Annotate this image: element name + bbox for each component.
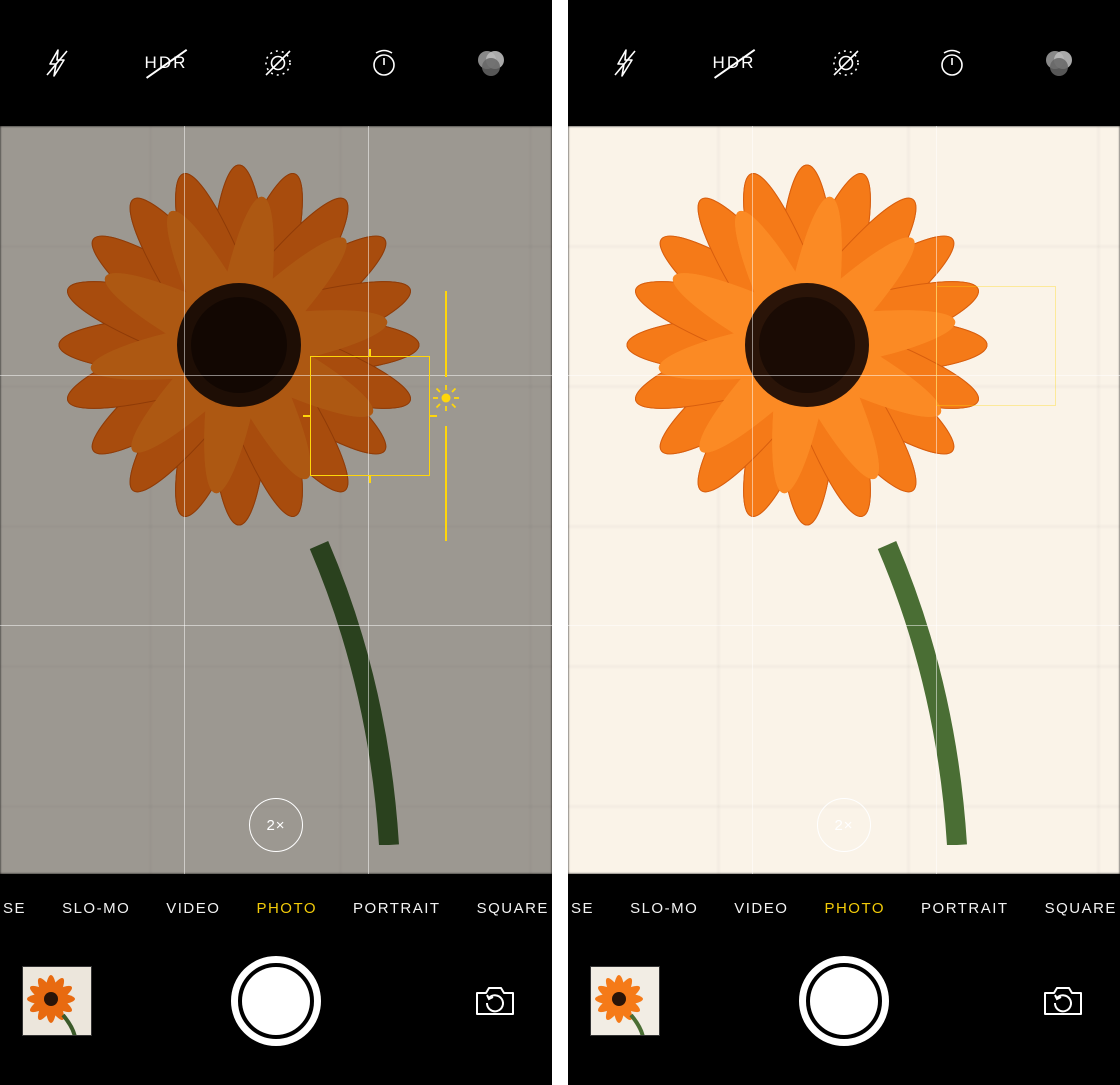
viewfinder[interactable]: 2× <box>0 126 552 874</box>
mode-item[interactable]: SE <box>571 900 594 917</box>
mode-item-selected[interactable]: PHOTO <box>256 900 317 917</box>
mode-item[interactable]: SQUARE <box>477 900 549 917</box>
mode-selector[interactable]: SE SLO-MO VIDEO PHOTO PORTRAIT SQUARE <box>568 874 1120 934</box>
filters-icon[interactable] <box>1042 48 1076 78</box>
mode-item[interactable]: SLO-MO <box>630 900 698 917</box>
mode-item-selected[interactable]: PHOTO <box>824 900 885 917</box>
mode-selector[interactable]: SE SLO-MO VIDEO PHOTO PORTRAIT SQUARE <box>0 874 552 934</box>
last-photo-thumbnail[interactable] <box>590 966 660 1036</box>
flash-off-icon[interactable] <box>612 48 638 78</box>
top-toolbar: HDR <box>568 0 1120 126</box>
switch-camera-button[interactable] <box>1028 966 1098 1036</box>
viewfinder[interactable]: 2× <box>568 126 1120 874</box>
live-photo-off-icon[interactable] <box>262 47 294 79</box>
shutter-button[interactable] <box>799 956 889 1046</box>
timer-icon[interactable] <box>937 48 967 78</box>
zoom-toggle[interactable]: 2× <box>817 798 871 852</box>
flower-subject <box>587 126 1067 845</box>
mode-item[interactable]: VIDEO <box>166 900 220 917</box>
mode-item[interactable]: SLO-MO <box>62 900 130 917</box>
switch-camera-button[interactable] <box>460 966 530 1036</box>
shutter-button[interactable] <box>231 956 321 1046</box>
mode-item[interactable]: PORTRAIT <box>921 900 1009 917</box>
camera-screen-right: HDR <box>568 0 1120 1085</box>
timer-icon[interactable] <box>369 48 399 78</box>
focus-indicator[interactable] <box>310 356 430 476</box>
mode-item[interactable]: SQUARE <box>1045 900 1117 917</box>
mode-item[interactable]: PORTRAIT <box>353 900 441 917</box>
mode-item[interactable]: SE <box>3 900 26 917</box>
mode-item[interactable]: VIDEO <box>734 900 788 917</box>
filters-icon[interactable] <box>474 48 508 78</box>
bottom-bar: SE SLO-MO VIDEO PHOTO PORTRAIT SQUARE <box>568 874 1120 1085</box>
focus-indicator[interactable] <box>936 286 1056 406</box>
flash-off-icon[interactable] <box>44 48 70 78</box>
bottom-bar: SE SLO-MO VIDEO PHOTO PORTRAIT SQUARE <box>0 874 552 1085</box>
hdr-toggle[interactable]: HDR <box>713 53 756 73</box>
last-photo-thumbnail[interactable] <box>22 966 92 1036</box>
hdr-toggle[interactable]: HDR <box>145 53 188 73</box>
camera-screen-left: HDR <box>0 0 552 1085</box>
exposure-slider-track[interactable] <box>445 291 447 377</box>
sun-icon[interactable] <box>432 384 460 412</box>
live-photo-off-icon[interactable] <box>830 47 862 79</box>
exposure-slider-track[interactable] <box>445 426 447 541</box>
zoom-toggle[interactable]: 2× <box>249 798 303 852</box>
top-toolbar: HDR <box>0 0 552 126</box>
